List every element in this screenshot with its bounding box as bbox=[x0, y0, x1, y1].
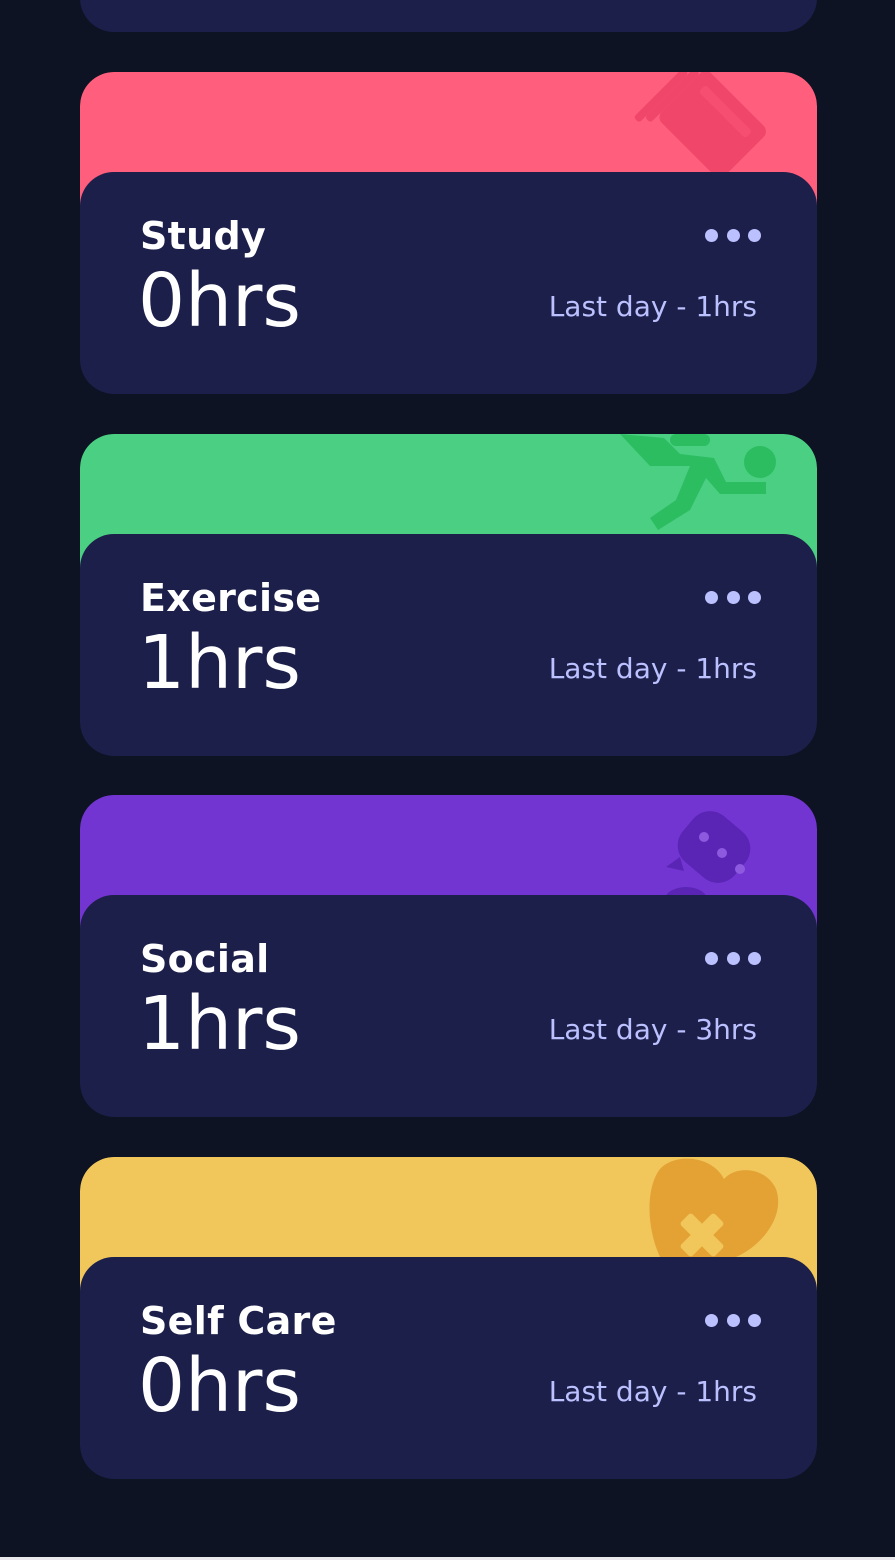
card-social-body: Social 1hrs Last day - 3hrs bbox=[80, 895, 817, 1117]
ellipsis-dot bbox=[726, 1313, 740, 1327]
card-self-care: Self Care 0hrs Last day - 1hrs bbox=[80, 1157, 817, 1479]
ellipsis-icon bbox=[705, 951, 718, 965]
current-hours: 1hrs bbox=[138, 981, 301, 1067]
card-title: Social bbox=[140, 937, 270, 981]
card-study-body: Study 0hrs Last day - 1hrs bbox=[80, 172, 817, 394]
ellipsis-dot bbox=[748, 951, 761, 965]
card-self-care-body: Self Care 0hrs Last day - 1hrs bbox=[80, 1257, 817, 1479]
ellipsis-dot bbox=[748, 1313, 761, 1327]
more-options-button[interactable] bbox=[705, 586, 761, 608]
ellipsis-dot bbox=[726, 590, 740, 604]
more-options-button[interactable] bbox=[705, 1309, 761, 1331]
current-hours: 0hrs bbox=[138, 1343, 301, 1429]
ellipsis-dot bbox=[748, 228, 761, 242]
previous-hours: Last day - 1hrs bbox=[548, 1375, 757, 1408]
exercise-icon bbox=[620, 434, 776, 530]
card-social: Social 1hrs Last day - 3hrs bbox=[80, 795, 817, 1117]
ellipsis-dot bbox=[726, 228, 740, 242]
current-hours: 0hrs bbox=[138, 258, 301, 344]
card-exercise: Exercise 1hrs Last day - 1hrs bbox=[80, 434, 817, 756]
ellipsis-icon bbox=[705, 590, 718, 604]
previous-hours: Last day - 1hrs bbox=[548, 652, 757, 685]
card-exercise-body: Exercise 1hrs Last day - 1hrs bbox=[80, 534, 817, 756]
ellipsis-icon bbox=[705, 228, 718, 242]
previous-hours: Last day - 1hrs bbox=[548, 290, 757, 323]
card-study: Study 0hrs Last day - 1hrs bbox=[80, 72, 817, 394]
tracking-dashboard: Study 0hrs Last day - 1hrs Exercise 1hrs… bbox=[0, 0, 895, 1560]
card-title: Exercise bbox=[140, 576, 322, 620]
card-title: Study bbox=[140, 214, 267, 258]
previous-hours: Last day - 3hrs bbox=[548, 1013, 757, 1046]
more-options-button[interactable] bbox=[705, 224, 761, 246]
previous-card-bottom bbox=[80, 0, 817, 32]
card-title: Self Care bbox=[140, 1299, 337, 1343]
current-hours: 1hrs bbox=[138, 620, 301, 706]
ellipsis-icon bbox=[705, 1313, 718, 1327]
ellipsis-dot bbox=[748, 590, 761, 604]
ellipsis-dot bbox=[726, 951, 740, 965]
more-options-button[interactable] bbox=[705, 947, 761, 969]
